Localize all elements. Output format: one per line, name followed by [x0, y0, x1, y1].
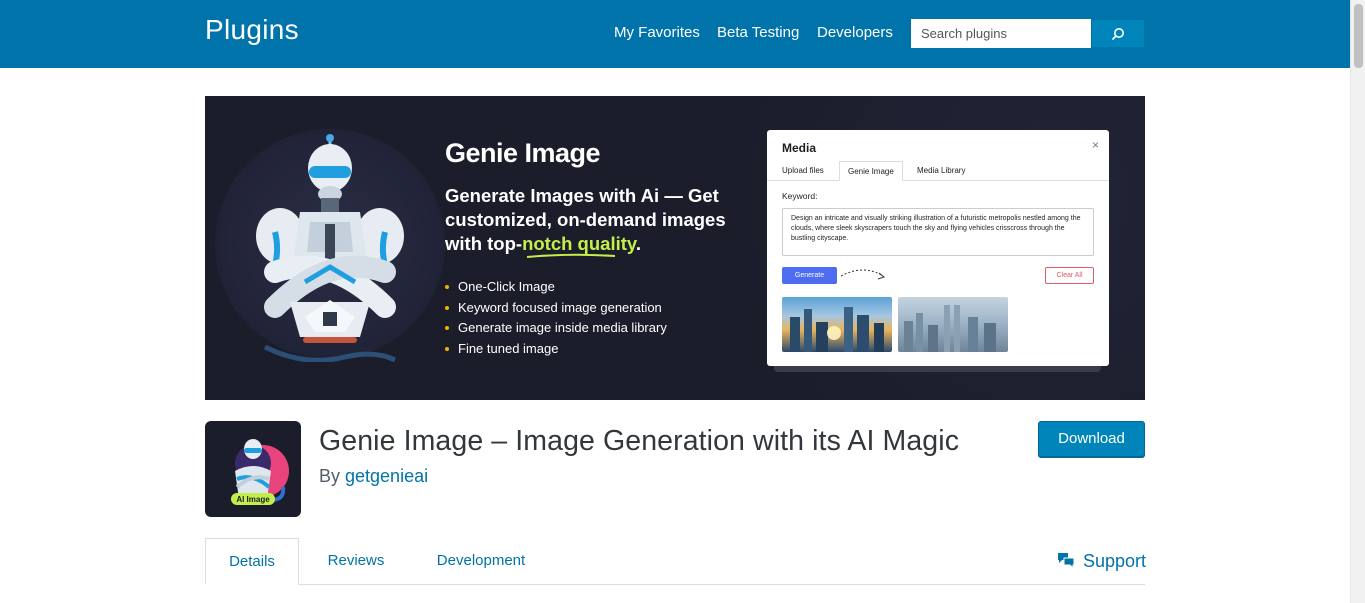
bullet-icon: [445, 325, 449, 330]
highlight-underline: [526, 253, 616, 258]
feature-item: Fine tuned image: [445, 341, 558, 356]
clear-all-button: Clear All: [1045, 267, 1094, 284]
page-title[interactable]: Plugins: [205, 14, 299, 46]
plugin-author-line: By getgenieai: [319, 466, 428, 487]
search-button[interactable]: [1091, 19, 1145, 48]
feature-text: Generate image inside media library: [458, 320, 667, 335]
nav-developers[interactable]: Developers: [817, 24, 893, 41]
generated-image-city-sunset: [782, 297, 892, 352]
bullet-icon: [445, 284, 449, 289]
generate-button: Generate: [782, 267, 837, 284]
modal-tab-upload: Upload files: [782, 166, 824, 175]
feature-text: Fine tuned image: [458, 341, 559, 356]
search-form: [911, 19, 1145, 48]
banner-subtitle-end: .: [635, 233, 641, 254]
search-icon: [1111, 27, 1124, 40]
keyword-textarea: Design an intricate and visually strikin…: [782, 208, 1094, 256]
close-icon: ×: [1091, 138, 1099, 152]
banner-subtitle: Generate Images with Ai — Get customized…: [445, 184, 755, 256]
support-link[interactable]: Support: [1057, 551, 1146, 572]
plugin-icon-badge: AI Image: [236, 495, 270, 504]
feature-item: Generate image inside media library: [445, 320, 667, 335]
nav-beta-testing[interactable]: Beta Testing: [717, 24, 799, 41]
download-button[interactable]: Download: [1038, 421, 1145, 457]
feature-item: One-Click Image: [445, 279, 555, 294]
media-modal: Media × Upload files Genie Image Media L…: [767, 130, 1109, 366]
bullet-icon: [445, 305, 449, 310]
author-prefix: By: [319, 466, 346, 486]
banner-title: Genie Image: [445, 138, 601, 168]
modal-tab-media-library: Media Library: [917, 166, 966, 175]
nav-my-favorites[interactable]: My Favorites: [614, 24, 700, 41]
support-chat-icon: [1058, 552, 1075, 569]
feature-item: Keyword focused image generation: [445, 300, 662, 315]
dashed-arrow-icon: [840, 269, 886, 280]
author-link[interactable]: getgenieai: [345, 466, 428, 486]
bullet-icon: [445, 346, 449, 351]
scrollbar-thumb[interactable]: [1354, 4, 1363, 68]
modal-tab-genie-image: Genie Image: [839, 161, 903, 181]
plugin-icon: AI Image: [205, 421, 301, 517]
banner-subtitle-highlight: notch quality: [522, 233, 636, 254]
tab-reviews[interactable]: Reviews: [310, 538, 402, 585]
search-input[interactable]: [911, 19, 1091, 48]
feature-text: Keyword focused image generation: [458, 300, 662, 315]
generated-image-city-clouds: [898, 297, 1008, 352]
modal-title: Media: [782, 141, 817, 155]
plugin-title: Genie Image – Image Generation with its …: [319, 425, 960, 457]
plugin-banner: Genie Image Generate Images with Ai — Ge…: [205, 96, 1145, 400]
robot-illustration: [256, 134, 404, 362]
keyword-label: Keyword:: [782, 191, 818, 201]
top-header: Plugins My Favorites Beta Testing Develo…: [0, 0, 1350, 68]
feature-text: One-Click Image: [458, 279, 555, 294]
tab-details[interactable]: Details: [205, 538, 299, 585]
support-label: Support: [1083, 551, 1147, 571]
scrollbar[interactable]: [1350, 0, 1365, 603]
tab-development[interactable]: Development: [422, 538, 540, 585]
